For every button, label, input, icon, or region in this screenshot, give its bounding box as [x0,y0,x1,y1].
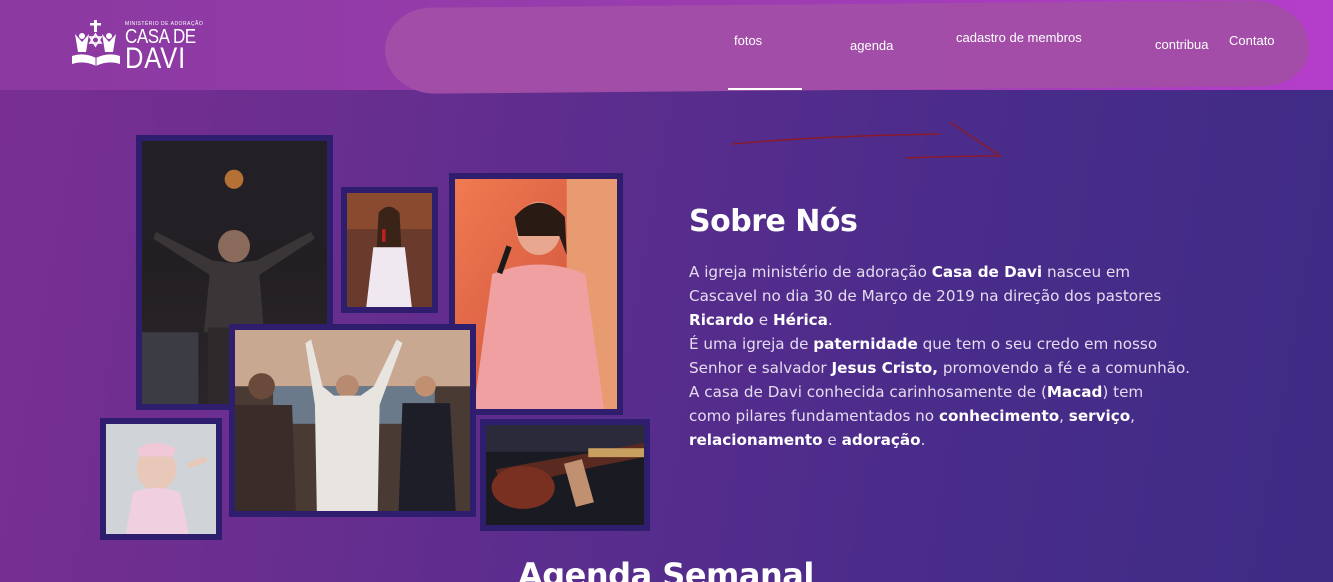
church-logo-icon [72,20,120,66]
nav-link-contribua[interactable]: contribua [1155,37,1208,52]
photo-baby-girl [100,418,222,540]
about-line: Ricardo e Hérica. [689,311,833,329]
nav-link-agenda[interactable]: agenda [850,38,893,53]
logo-title-line2: DAVI [125,42,187,75]
nav-link-cadastro-de-membros[interactable]: cadastro de membros [956,30,1082,45]
arrow-annotation-icon [731,121,1003,159]
photo-singer-woman [341,187,438,313]
about-line: A casa de Davi conhecida carinhosamente … [689,383,1144,401]
about-body: A igreja ministério de adoração Casa de … [689,260,1229,452]
photo-congregation-worship [229,324,476,517]
site-logo[interactable]: MINISTÉRIO DE ADORAÇÃO CASA DE DAVI [70,18,203,75]
agenda-section-title: Agenda Semanal [518,556,814,582]
about-line: É uma igreja de paternidade que tem o se… [689,335,1158,353]
nav-link-fotos[interactable]: fotos [734,33,762,48]
site-header: MINISTÉRIO DE ADORAÇÃO CASA DE DAVI foto… [0,0,1333,95]
about-line: Senhor e salvador Jesus Cristo, promoven… [689,359,1190,377]
photo-guitarist [480,419,650,531]
nav-link-contato[interactable]: Contato [1229,33,1275,48]
about-line: Cascavel no dia 30 de Março de 2019 na d… [689,287,1162,305]
about-title: Sobre Nós [689,204,858,239]
about-line: A igreja ministério de adoração Casa de … [689,263,1131,281]
nav-active-indicator [728,88,802,90]
about-line: como pilares fundamentados no conhecimen… [689,407,1135,425]
about-line: relacionamento e adoração. [689,431,926,449]
